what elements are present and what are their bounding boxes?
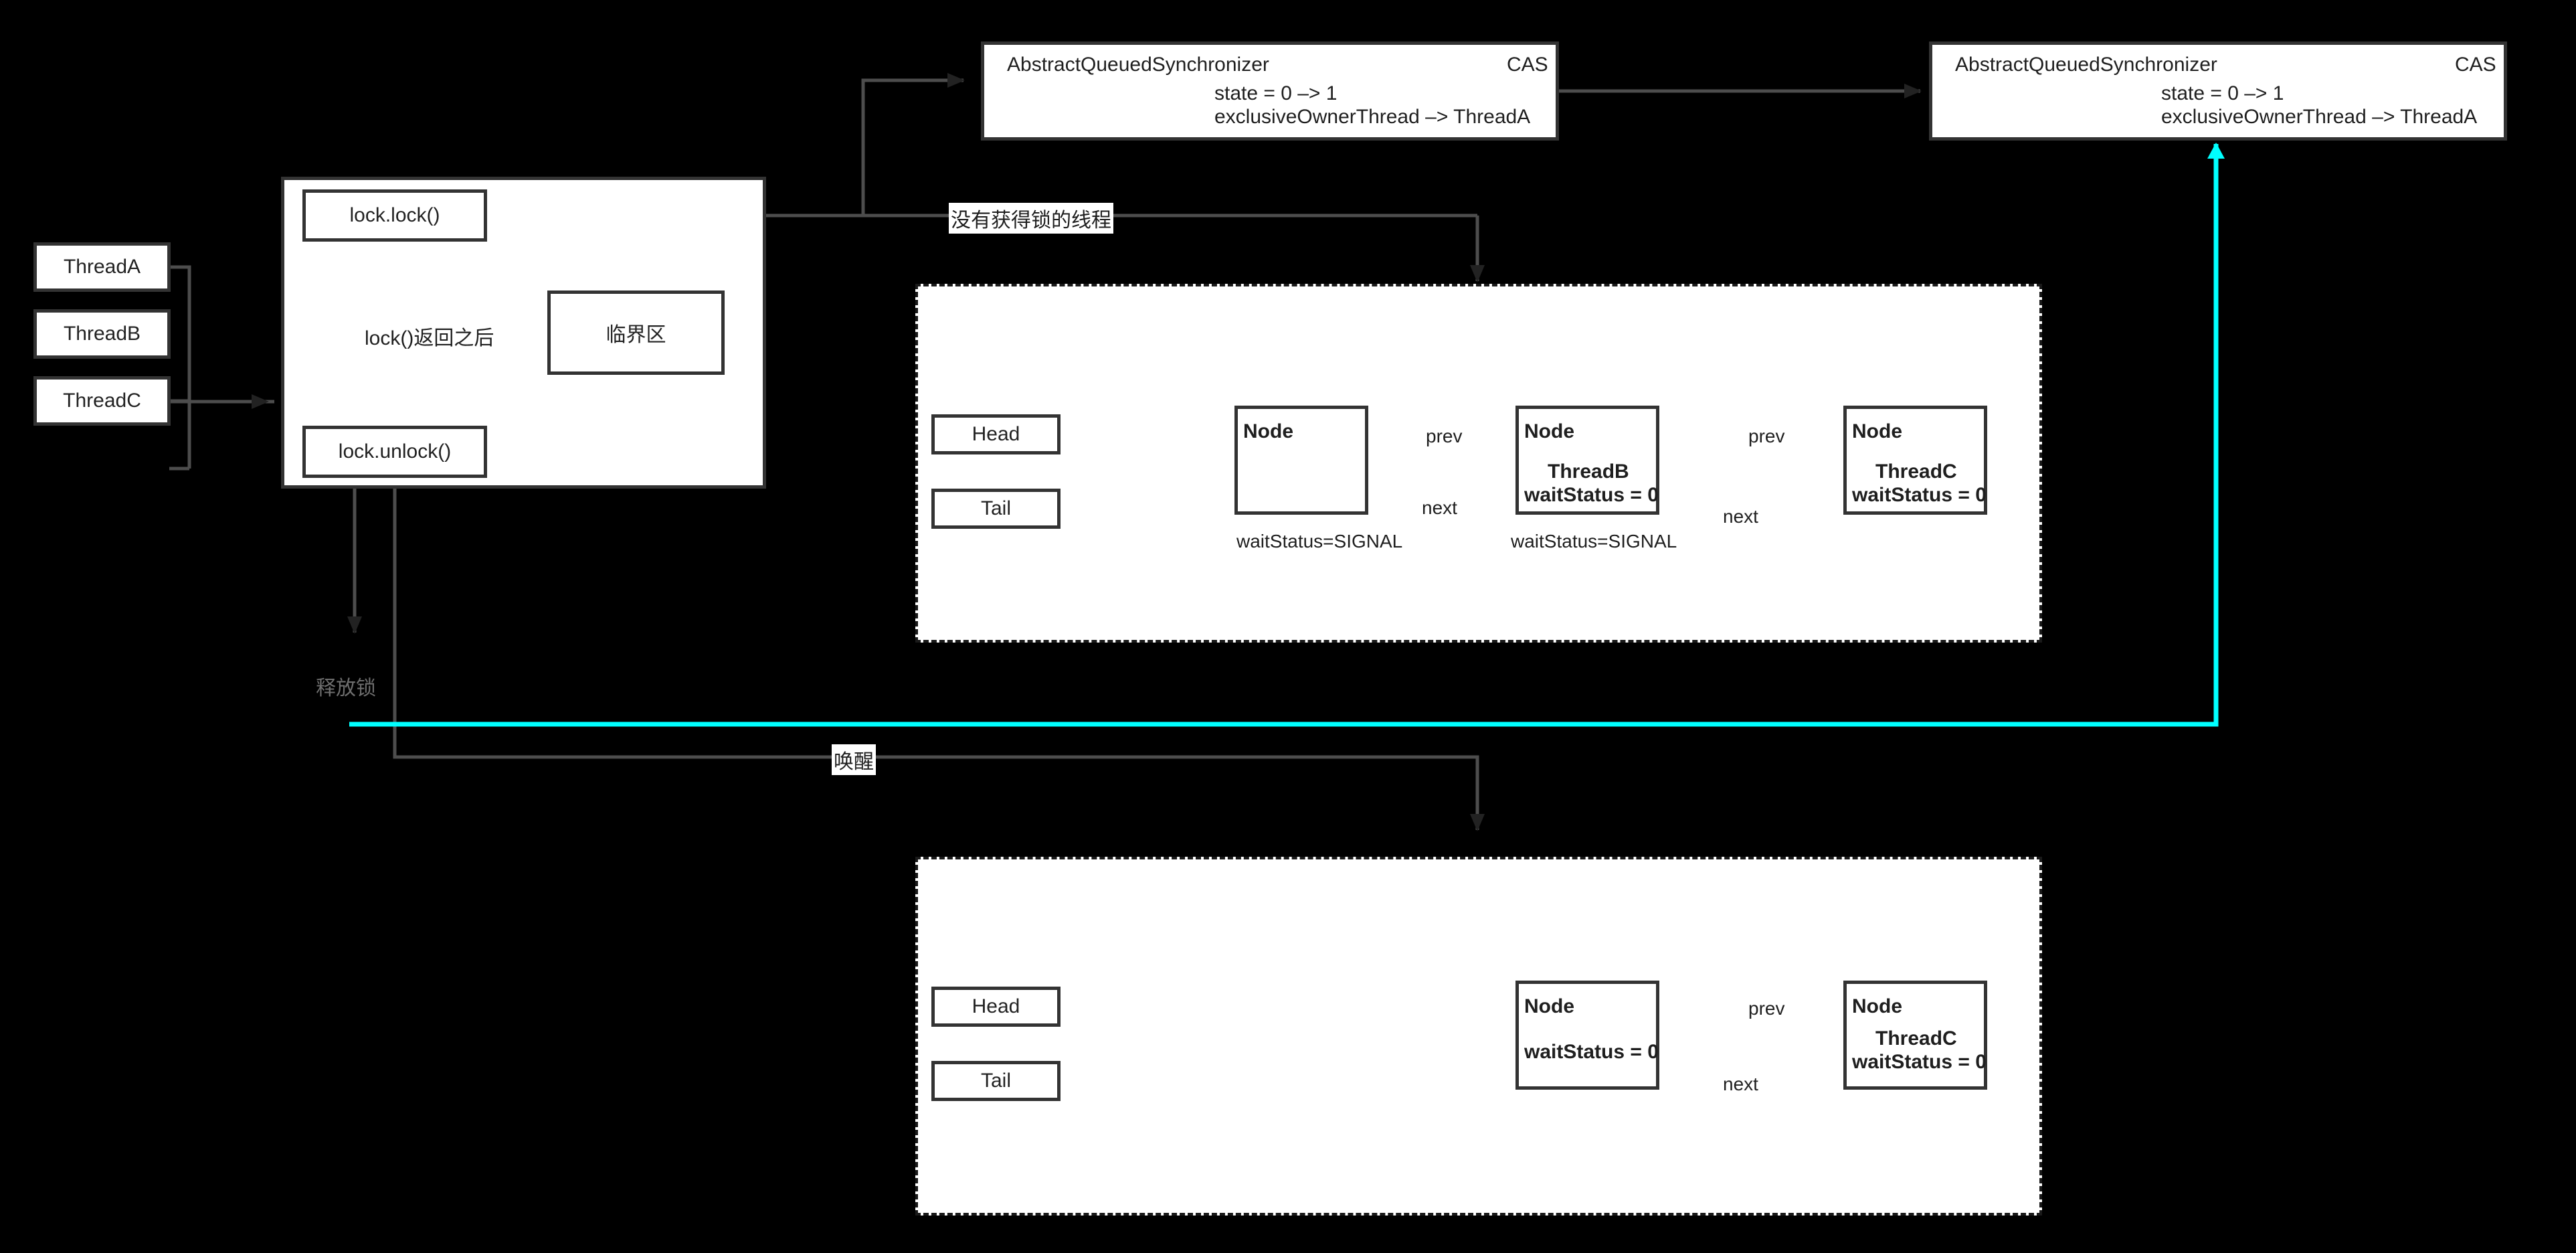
critical-section-box: 临界区 [547,290,725,375]
lower-node-1-waitstatus-inner: waitStatus = 0 [1524,1041,1659,1063]
lock-unlock-box: lock.unlock() [302,426,487,478]
lower-node-2-title: Node [1852,995,1902,1017]
lock-lock-box: lock.lock() [302,189,487,242]
upper-node-2-thread: ThreadB [1548,461,1629,483]
upper-node-3-title: Node [1852,420,1902,442]
thread-box-a: ThreadA [33,242,171,292]
lower-node-1-title: Node [1524,995,1574,1017]
lower-queue-head-box: Head [931,987,1061,1027]
aqs-2-state-line: state = 0 –> 1 [2161,82,2284,104]
aqs-1-operation: CAS [1507,54,1548,76]
upper-link-prev-1: prev [1424,426,1465,447]
upper-node-3-thread: ThreadC [1875,461,1957,483]
upper-node-2-title: Node [1524,420,1574,442]
upper-node-3-waitstatus-inner: waitStatus = 0 [1852,484,1987,506]
upper-node-1-waitstatus-outer: waitStatus=SIGNAL [1236,531,1403,552]
upper-link-next-1: next [1420,497,1459,519]
aqs-2-operation: CAS [2455,54,2496,76]
lower-link-next-1: next [1721,1074,1760,1095]
lower-queue-tail-box: Tail [931,1061,1061,1101]
aqs-2-class-name: AbstractQueuedSynchronizer [1955,54,2217,76]
aqs-1-class-name: AbstractQueuedSynchronizer [1007,54,1269,76]
thread-box-c: ThreadC [33,376,171,426]
upper-link-next-2: next [1721,506,1760,527]
thread-box-b: ThreadB [33,309,171,359]
lower-link-prev-1: prev [1746,998,1787,1019]
upper-node-2-waitstatus-outer: waitStatus=SIGNAL [1511,531,1677,552]
release-lock-label: 释放锁 [316,677,376,699]
diagram-canvas: AbstractQueuedSynchronizer CAS state = 0… [0,0,2576,1253]
no-lock-threads-label: 没有获得锁的线程 [949,203,1113,234]
lower-node-2-waitstatus-inner: waitStatus = 0 [1852,1051,1987,1073]
threads-to-lockpanel-connector [169,265,274,471]
upper-queue-tail-box: Tail [931,489,1061,529]
threads-merge-arrow [187,267,269,469]
lower-node-2-thread: ThreadC [1875,1027,1957,1050]
wakeup-label: 唤醒 [832,744,876,775]
aqs-2-owner-line: exclusiveOwnerThread –> ThreadA [2161,106,2478,128]
aqs-1-state-line: state = 0 –> 1 [1214,82,1338,104]
upper-queue-head-box: Head [931,414,1061,454]
upper-link-prev-2: prev [1746,426,1787,447]
upper-node-1-title: Node [1243,420,1293,442]
aqs-1-owner-line: exclusiveOwnerThread –> ThreadA [1214,106,1531,128]
after-lock-returns-label: lock()返回之后 [365,327,494,349]
upper-node-2-waitstatus-inner: waitStatus = 0 [1524,484,1659,506]
